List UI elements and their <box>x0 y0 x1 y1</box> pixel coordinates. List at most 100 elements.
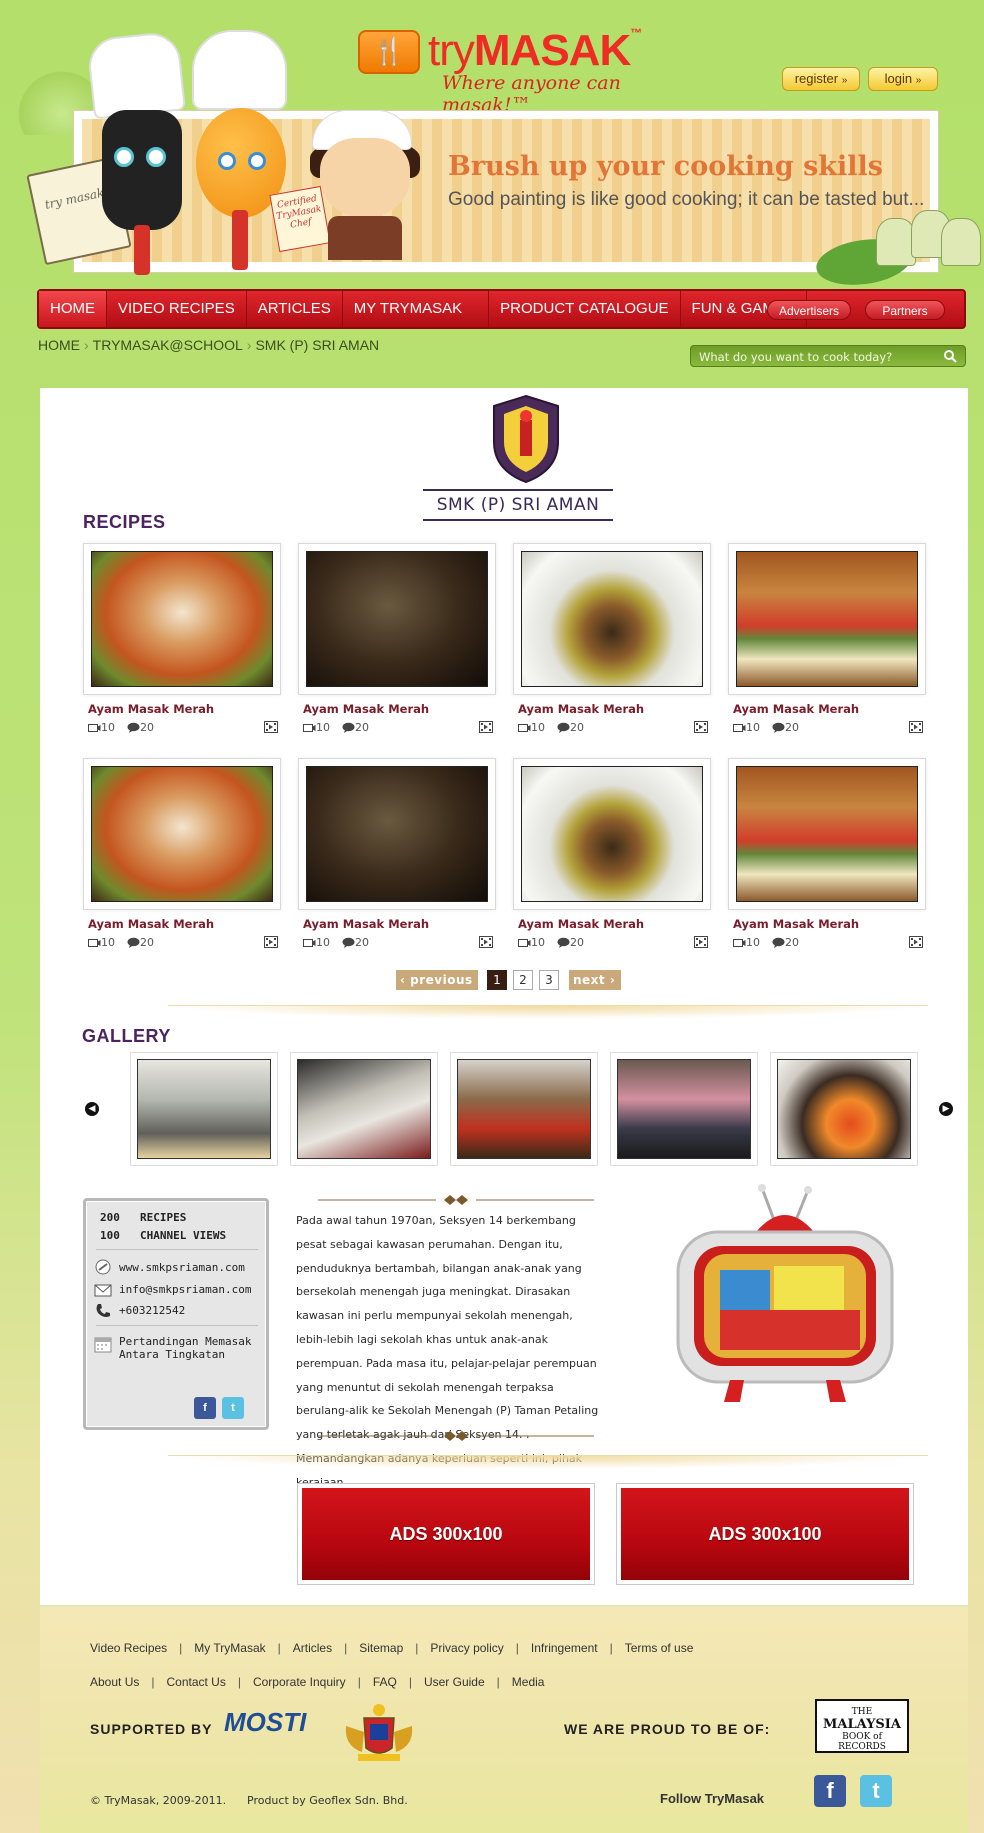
search-input[interactable] <box>699 348 935 365</box>
recipe-thumbnail[interactable] <box>728 543 926 695</box>
recipe-meta: 10 20 <box>518 936 708 950</box>
email-link[interactable]: info@smkpsriaman.com <box>119 1283 251 1296</box>
recipes-heading: RECIPES <box>83 512 166 532</box>
footer-link-sitemap[interactable]: Sitemap <box>359 1641 403 1655</box>
film-icon[interactable] <box>479 721 493 733</box>
advertisers-button[interactable]: Advertisers <box>767 300 851 320</box>
supported-by-label: SUPPORTED BY <box>90 1721 213 1737</box>
breadcrumb-home[interactable]: HOME <box>38 337 80 353</box>
ad-banner[interactable]: ADS 300x100 <box>617 1484 913 1584</box>
login-button[interactable]: login » <box>868 67 938 91</box>
chevron-right-icon: › <box>605 973 616 987</box>
recipe-title[interactable]: Ayam Masak Merah <box>733 917 859 931</box>
recipe-title[interactable]: Ayam Masak Merah <box>518 702 644 716</box>
breadcrumb-trymasak-school[interactable]: TRYMASAK@SCHOOL <box>93 337 243 353</box>
recipe-card[interactable]: Ayam Masak Merah 10 20 <box>298 543 498 734</box>
recipe-photo <box>91 551 273 687</box>
page-1-button[interactable]: 1 <box>487 970 507 990</box>
recipe-title[interactable]: Ayam Masak Merah <box>518 917 644 931</box>
tv-video-player[interactable] <box>670 1180 900 1420</box>
nasi-lemak-illustration <box>813 210 981 291</box>
website-link[interactable]: www.smkpsriaman.com <box>119 1261 245 1274</box>
gallery-thumbnail[interactable] <box>770 1052 918 1166</box>
register-button[interactable]: register » <box>782 67 860 91</box>
film-icon[interactable] <box>909 721 923 733</box>
school-title: SMK (P) SRI AMAN <box>423 489 613 521</box>
gallery-thumbnail[interactable] <box>610 1052 758 1166</box>
recipe-meta: 10 20 <box>88 936 278 950</box>
footer-link-privacy[interactable]: Privacy policy <box>430 1641 503 1655</box>
next-page-button[interactable]: next › <box>569 970 621 990</box>
recipe-thumbnail[interactable] <box>728 758 926 910</box>
recipe-thumbnail[interactable] <box>298 758 496 910</box>
facebook-icon[interactable]: f <box>814 1775 846 1807</box>
footer-link-articles[interactable]: Articles <box>293 1641 332 1655</box>
recipe-thumbnail[interactable] <box>513 543 711 695</box>
video-count: 10 <box>88 721 115 734</box>
nav-home[interactable]: HOME <box>39 291 107 327</box>
previous-page-button[interactable]: ‹ previous <box>396 970 478 990</box>
footer-link-my-trymasak[interactable]: My TryMasak <box>194 1641 265 1655</box>
nav-my-trymasak[interactable]: MY TRYMASAK <box>343 291 490 327</box>
partners-button[interactable]: Partners <box>865 300 945 320</box>
recipe-title[interactable]: Ayam Masak Merah <box>733 702 859 716</box>
recipe-photo <box>91 766 273 902</box>
ad-banner[interactable]: ADS 300x100 <box>298 1484 594 1584</box>
film-icon[interactable] <box>479 936 493 948</box>
footer-link-terms[interactable]: Terms of use <box>625 1641 694 1655</box>
search-icon[interactable] <box>943 349 957 363</box>
recipe-thumbnail[interactable] <box>83 758 281 910</box>
nav-product-catalogue[interactable]: PRODUCT CATALOGUE <box>489 291 681 327</box>
film-icon[interactable] <box>694 721 708 733</box>
footer-link-user-guide[interactable]: User Guide <box>424 1675 485 1689</box>
footer-link-faq[interactable]: FAQ <box>373 1675 397 1689</box>
page-2-button[interactable]: 2 <box>513 970 533 990</box>
recipe-thumbnail[interactable] <box>298 543 496 695</box>
film-icon[interactable] <box>264 721 278 733</box>
recipe-card[interactable]: Ayam Masak Merah 10 20 <box>83 758 283 949</box>
gallery-thumbnail[interactable] <box>290 1052 438 1166</box>
double-chevron-icon: » <box>915 75 922 86</box>
ornament-divider <box>318 1195 594 1205</box>
facebook-icon[interactable]: f <box>194 1397 216 1419</box>
recipe-card[interactable]: Ayam Masak Merah 10 20 <box>728 543 928 734</box>
gallery-photo <box>777 1059 911 1159</box>
recipe-card[interactable]: Ayam Masak Merah 10 20 <box>83 543 283 734</box>
nav-articles[interactable]: ARTICLES <box>247 291 343 327</box>
film-icon[interactable] <box>909 936 923 948</box>
recipe-card[interactable]: Ayam Masak Merah 10 20 <box>298 758 498 949</box>
page-3-button[interactable]: 3 <box>539 970 559 990</box>
nav-video-recipes[interactable]: VIDEO RECIPES <box>107 291 247 327</box>
recipe-title[interactable]: Ayam Masak Merah <box>88 702 214 716</box>
recipe-card[interactable]: Ayam Masak Merah 10 20 <box>513 758 713 949</box>
twitter-icon[interactable]: t <box>860 1775 892 1807</box>
recipe-card[interactable]: Ayam Masak Merah 10 20 <box>728 758 928 949</box>
gallery-photo <box>137 1059 271 1159</box>
footer-link-infringement[interactable]: Infringement <box>531 1641 598 1655</box>
gallery-next-arrow-icon[interactable]: ▶ <box>939 1102 953 1116</box>
film-icon[interactable] <box>694 936 708 948</box>
recipe-photo <box>521 766 703 902</box>
site-logo[interactable]: 🍴 tryMASAK™ Where anyone can masak!™ <box>358 26 678 116</box>
gallery-thumbnail[interactable] <box>450 1052 598 1166</box>
recipe-title[interactable]: Ayam Masak Merah <box>88 917 214 931</box>
film-icon[interactable] <box>264 936 278 948</box>
spatula-mascot <box>86 30 190 275</box>
mosti-logo[interactable]: MOSTI <box>224 1707 306 1738</box>
recipe-thumbnail[interactable] <box>513 758 711 910</box>
footer-link-contact[interactable]: Contact Us <box>166 1675 225 1689</box>
recipe-title[interactable]: Ayam Masak Merah <box>303 917 429 931</box>
footer-link-about[interactable]: About Us <box>90 1675 139 1689</box>
event-title[interactable]: Pertandingan Memasak Antara Tingkatan <box>119 1335 251 1361</box>
recipe-thumbnail[interactable] <box>83 543 281 695</box>
footer-link-video-recipes[interactable]: Video Recipes <box>90 1641 167 1655</box>
gallery-thumbnail[interactable] <box>130 1052 278 1166</box>
recipe-title[interactable]: Ayam Masak Merah <box>303 702 429 716</box>
gallery-prev-arrow-icon[interactable]: ◀ <box>85 1102 99 1116</box>
malaysia-book-of-records-logo[interactable]: THE MALAYSIA BOOK of RECORDS <box>815 1699 909 1753</box>
footer-link-corporate[interactable]: Corporate Inquiry <box>253 1675 346 1689</box>
recipe-meta: 10 20 <box>518 721 708 735</box>
twitter-icon[interactable]: t <box>222 1397 244 1419</box>
footer-link-media[interactable]: Media <box>512 1675 545 1689</box>
recipe-card[interactable]: Ayam Masak Merah 10 20 <box>513 543 713 734</box>
